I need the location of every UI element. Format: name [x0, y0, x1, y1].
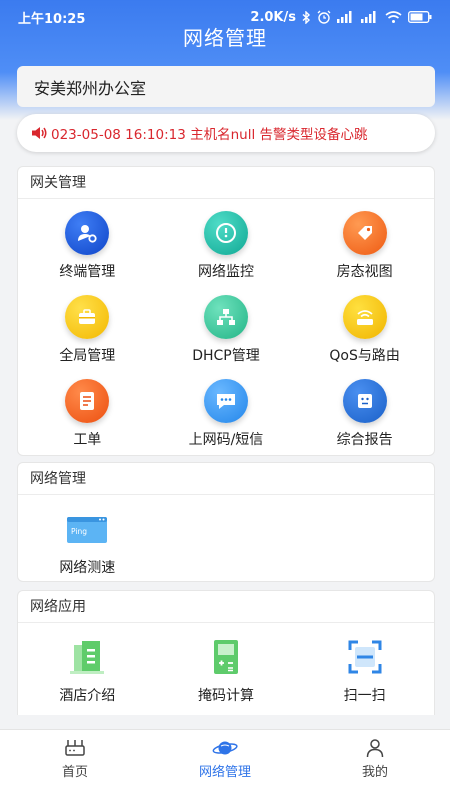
- apps-card: 网络应用 酒店介绍 掩码计算 扫一扫: [17, 590, 435, 715]
- qos-routing-label: QoS与路由: [329, 348, 400, 364]
- network-card-title: 网络管理: [18, 463, 434, 495]
- monitor-icon: [203, 211, 248, 255]
- router-device-icon: [65, 740, 85, 756]
- document-icon: [65, 379, 110, 423]
- tab-network-management-label: 网络管理: [198, 765, 251, 780]
- router-icon: [342, 295, 387, 339]
- user-settings-icon: [65, 211, 110, 255]
- alert-text: 023-05-08 16:10:13 主机名null 告警类型设备心跳: [51, 127, 368, 143]
- speaker-icon: [32, 127, 47, 139]
- bottom-tab-bar: 首页 网络管理 我的: [0, 729, 450, 800]
- person-icon: [366, 739, 384, 758]
- report-button[interactable]: 综合报告: [295, 367, 434, 451]
- gateway-card: 网关管理 终端管理 网络监控 房态视图 全局管理 DHCP管理 QoS与路由 工…: [17, 166, 435, 456]
- network-card: 网络管理 Ping 网络测速: [17, 462, 435, 582]
- office-selector[interactable]: 安美郑州办公室: [17, 66, 435, 107]
- hotel-intro-button[interactable]: 酒店介绍: [18, 623, 157, 707]
- network-monitor-label: 网络监控: [197, 264, 254, 280]
- tab-home-label: 首页: [61, 765, 88, 780]
- alert-marquee[interactable]: 023-05-08 16:10:13 主机名null 告警类型设备心跳: [17, 114, 435, 152]
- tab-home[interactable]: 首页: [0, 730, 150, 800]
- terminal-management-label: 终端管理: [59, 264, 116, 280]
- tag-icon: [342, 211, 387, 255]
- report-label: 综合报告: [336, 432, 393, 448]
- briefcase-icon: [65, 295, 110, 339]
- planet-icon: [212, 741, 238, 755]
- tab-mine-label: 我的: [361, 765, 388, 780]
- report-icon: [342, 379, 387, 423]
- work-order-button[interactable]: 工单: [18, 367, 157, 451]
- access-code-sms-label: 上网码/短信: [188, 432, 264, 448]
- tab-mine[interactable]: 我的: [300, 730, 450, 800]
- scan-label: 扫一扫: [343, 688, 386, 704]
- qos-routing-button[interactable]: QoS与路由: [295, 283, 434, 367]
- network-monitor-button[interactable]: 网络监控: [157, 199, 296, 283]
- terminal-management-button[interactable]: 终端管理: [18, 199, 157, 283]
- hotel-building-icon: [65, 635, 109, 679]
- apps-card-title: 网络应用: [18, 591, 434, 623]
- gateway-card-title: 网关管理: [18, 167, 434, 199]
- speed-test-button[interactable]: Ping 网络测速: [18, 495, 157, 579]
- work-order-label: 工单: [73, 432, 102, 448]
- message-icon: [203, 379, 248, 423]
- speed-test-label: 网络测速: [59, 560, 116, 576]
- room-status-label: 房态视图: [336, 264, 393, 280]
- room-status-button[interactable]: 房态视图: [295, 199, 434, 283]
- scan-button[interactable]: 扫一扫: [295, 623, 434, 707]
- mask-calculator-label: 掩码计算: [197, 688, 254, 704]
- tab-network-management[interactable]: 网络管理: [150, 730, 300, 800]
- network-tree-icon: [203, 295, 248, 339]
- scan-icon: [343, 635, 387, 679]
- mask-calculator-button[interactable]: 掩码计算: [157, 623, 296, 707]
- svg-text:Ping: Ping: [71, 527, 87, 536]
- office-name: 安美郑州办公室: [34, 78, 147, 98]
- calculator-icon: [204, 635, 248, 679]
- dhcp-management-label: DHCP管理: [192, 348, 260, 364]
- access-code-sms-button[interactable]: 上网码/短信: [157, 367, 296, 451]
- hotel-intro-label: 酒店介绍: [59, 688, 116, 704]
- global-management-button[interactable]: 全局管理: [18, 283, 157, 367]
- ping-window-icon: Ping: [65, 507, 109, 551]
- dhcp-management-button[interactable]: DHCP管理: [157, 283, 296, 367]
- page-title: 网络管理: [183, 26, 267, 50]
- global-management-label: 全局管理: [59, 348, 116, 364]
